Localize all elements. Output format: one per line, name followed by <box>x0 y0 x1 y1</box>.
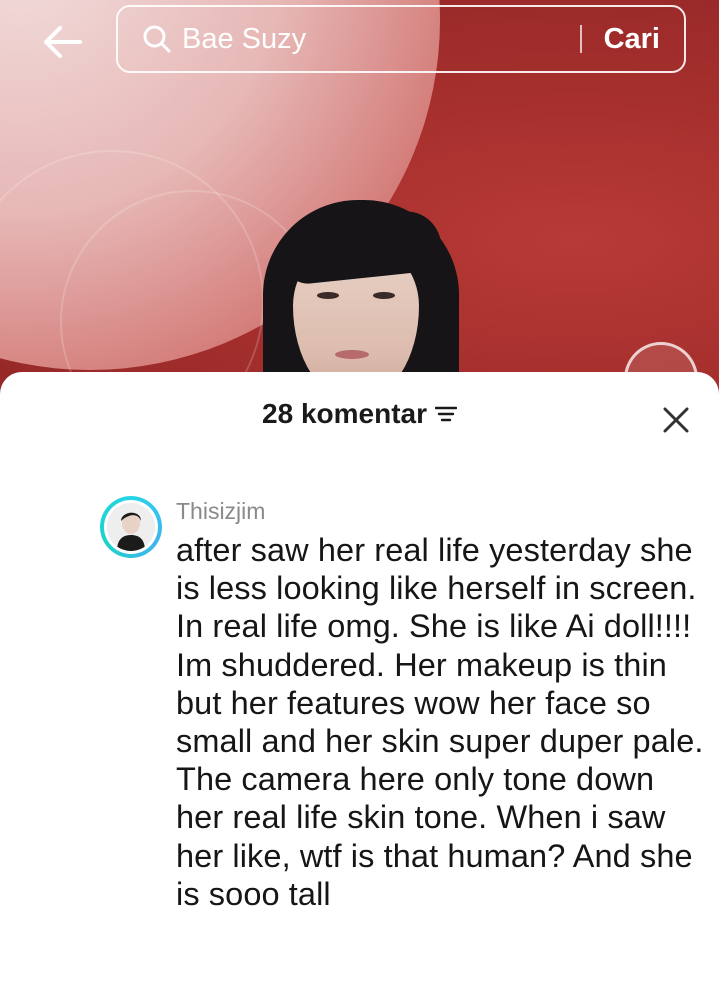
comments-header: 28 komentar <box>0 372 719 462</box>
comment-body: Thisizjim after saw her real life yester… <box>176 496 706 913</box>
video-subject <box>255 200 465 400</box>
arrow-left-icon <box>44 26 82 58</box>
comment-text: after saw her real life yesterday she is… <box>176 532 704 912</box>
search-submit-button[interactable]: Cari <box>604 23 660 56</box>
avatar[interactable] <box>100 496 162 558</box>
comment-count: 28 komentar <box>262 398 427 429</box>
search-icon <box>142 24 172 54</box>
search-divider <box>579 25 582 53</box>
comments-title: 28 komentar <box>0 398 719 430</box>
search-input[interactable]: Bae Suzy <box>182 23 580 56</box>
avatar-photo <box>107 503 155 551</box>
comment-username[interactable]: Thisizjim <box>176 498 706 525</box>
back-button[interactable] <box>36 18 88 66</box>
sort-lines-icon[interactable] <box>434 404 457 424</box>
close-comments-button[interactable] <box>656 400 696 440</box>
close-icon <box>663 407 689 433</box>
search-bar[interactable]: Bae Suzy Cari <box>116 5 686 73</box>
comments-sheet: 28 komentar Thisizjim after saw her real… <box>0 372 719 981</box>
